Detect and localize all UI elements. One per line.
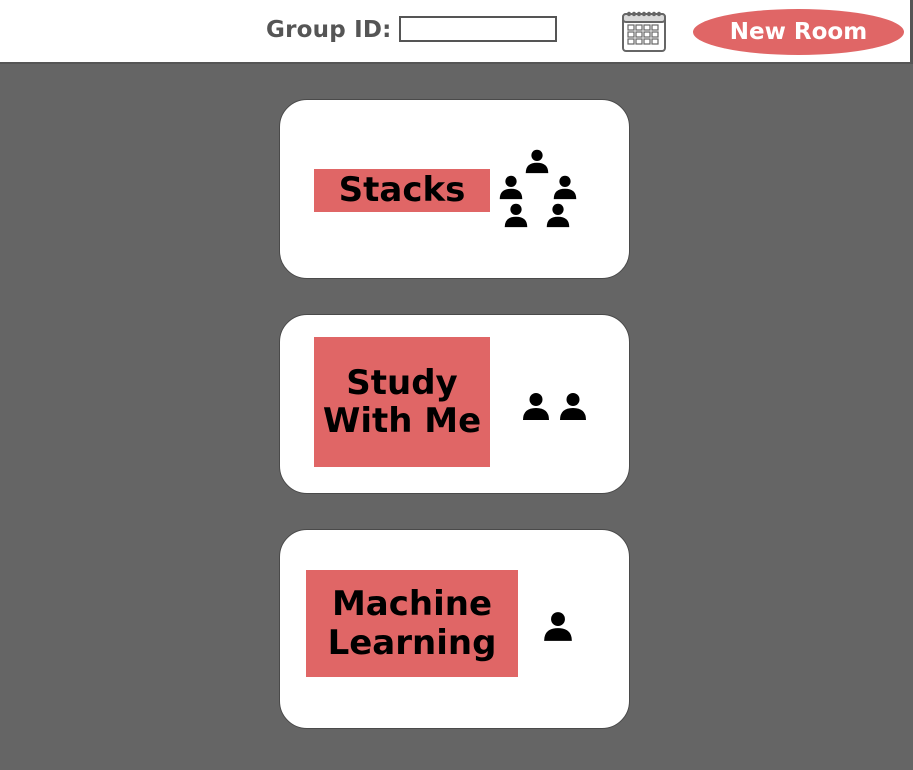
group-id-label: Group ID:	[266, 17, 392, 43]
new-room-button[interactable]: New Room	[693, 9, 904, 55]
room-card-study-with-me[interactable]: Study With Me	[279, 314, 630, 494]
people-group-icon	[499, 149, 577, 228]
room-name: Stacks	[314, 169, 490, 212]
room-name: Study With Me	[314, 337, 490, 467]
top-bar: Group ID: New Room	[0, 0, 913, 64]
person-icon	[544, 612, 572, 641]
room-name: Machine Learning	[306, 570, 518, 677]
room-card-stacks[interactable]: Stacks	[279, 99, 630, 279]
calendar-icon[interactable]	[622, 10, 666, 52]
people-pair-icon	[523, 393, 586, 420]
room-card-machine-learning[interactable]: Machine Learning	[279, 529, 630, 729]
group-id-input[interactable]	[399, 16, 557, 42]
